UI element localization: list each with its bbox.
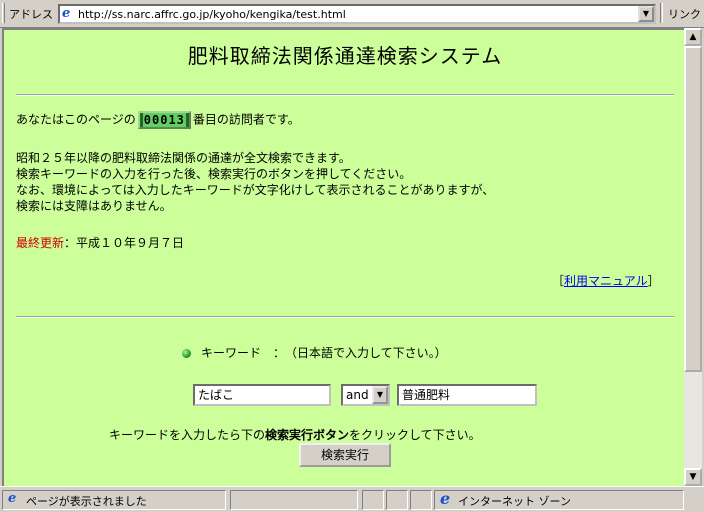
ie-page-icon: e <box>62 6 71 21</box>
intro-line-1: 昭和２５年以降の肥料取締法関係の通達が全文検索できます。 <box>16 151 351 165</box>
status-bar: e ページが表示されました e インターネット ゾーン <box>0 486 704 512</box>
page-content: 肥料取締法関係通達検索システム あなたはこのページの 00013 番目の訪問者です。… <box>2 28 684 486</box>
instruction-bold: 検索実行ボタン <box>265 428 350 442</box>
instruction-line: キーワードを入力したら下の検索実行ボタンをクリックして下さい。 <box>109 427 481 443</box>
instruction-pre: キーワードを入力したら下の <box>109 428 266 442</box>
keyword1-input[interactable]: たばこ <box>193 384 331 406</box>
keyword2-input[interactable]: 普通肥料 <box>397 384 537 406</box>
keyword-prompt-line: キーワード ： （日本語で入力して下さい。） <box>182 345 447 361</box>
address-url[interactable]: http://ss.narc.affrc.go.jp/kyoho/kengika… <box>78 8 346 21</box>
scrollbar-thumb[interactable] <box>684 46 702 372</box>
last-updated-label: 最終更新 <box>16 236 65 250</box>
manual-link-wrapper: ［利用マニュアル］ <box>552 273 660 289</box>
bracket-close: ］ <box>647 274 660 288</box>
status-cell <box>230 490 358 510</box>
search-button[interactable]: 検索実行 <box>299 443 391 467</box>
chevron-down-icon[interactable]: ▼ <box>372 386 388 404</box>
divider <box>16 94 674 96</box>
vertical-scrollbar[interactable]: ▲ ▼ <box>684 28 702 486</box>
scroll-down-button[interactable]: ▼ <box>684 468 702 486</box>
intro-line-3: なお、環境によっては入力したキーワードが文字化けして表示されることがありますが、 <box>16 183 495 197</box>
bracket-open: ［ <box>552 274 565 288</box>
address-input[interactable]: e http://ss.narc.affrc.go.jp/kyoho/kengi… <box>58 4 656 24</box>
last-updated: 最終更新：平成１０年９月７日 <box>16 235 184 251</box>
address-toolbar: アドレス e http://ss.narc.affrc.go.jp/kyoho/… <box>0 0 704 28</box>
toolbar-grip[interactable] <box>2 3 5 23</box>
intro-line-4: 検索には支障はありません。 <box>16 199 172 213</box>
address-label: アドレス <box>9 8 53 21</box>
visitor-count: 00013 <box>142 113 186 127</box>
status-cell <box>362 490 384 510</box>
internet-explorer-icon: e <box>440 489 451 508</box>
toolbar-separator <box>660 3 663 23</box>
operator-select[interactable]: and ▼ <box>341 384 390 406</box>
links-button[interactable]: リンク <box>668 6 701 22</box>
status-cell <box>386 490 408 510</box>
visitor-prefix: あなたはこのページの <box>16 112 136 127</box>
manual-link[interactable]: 利用マニュアル <box>564 274 648 288</box>
divider <box>16 316 674 318</box>
visitor-suffix: 番目の訪問者です。 <box>192 112 300 127</box>
browser-window: アドレス e http://ss.narc.affrc.go.jp/kyoho/… <box>0 0 704 512</box>
ie-page-icon: e <box>8 491 17 506</box>
address-dropdown-button[interactable]: ▼ <box>638 6 654 22</box>
status-text: ページが表示されました <box>26 495 147 508</box>
instruction-post: をクリックして下さい。 <box>349 428 481 442</box>
keyword-prompt: キーワード ： （日本語で入力して下さい。） <box>201 346 447 360</box>
status-cell <box>410 490 432 510</box>
scroll-up-button[interactable]: ▲ <box>684 28 702 46</box>
visitor-counter: 00013 <box>137 111 191 129</box>
intro-line-2: 検索キーワードの入力を行った後、検索実行のボタンを押してください。 <box>16 167 412 181</box>
visitor-line: あなたはこのページの 00013 番目の訪問者です。 <box>16 111 300 129</box>
green-ball-icon <box>182 349 191 358</box>
zone-text: インターネット ゾーン <box>458 495 571 508</box>
operator-value: and <box>346 388 369 402</box>
last-updated-value: ：平成１０年９月７日 <box>64 236 185 250</box>
page-title: 肥料取締法関係通達検索システム <box>187 44 503 68</box>
